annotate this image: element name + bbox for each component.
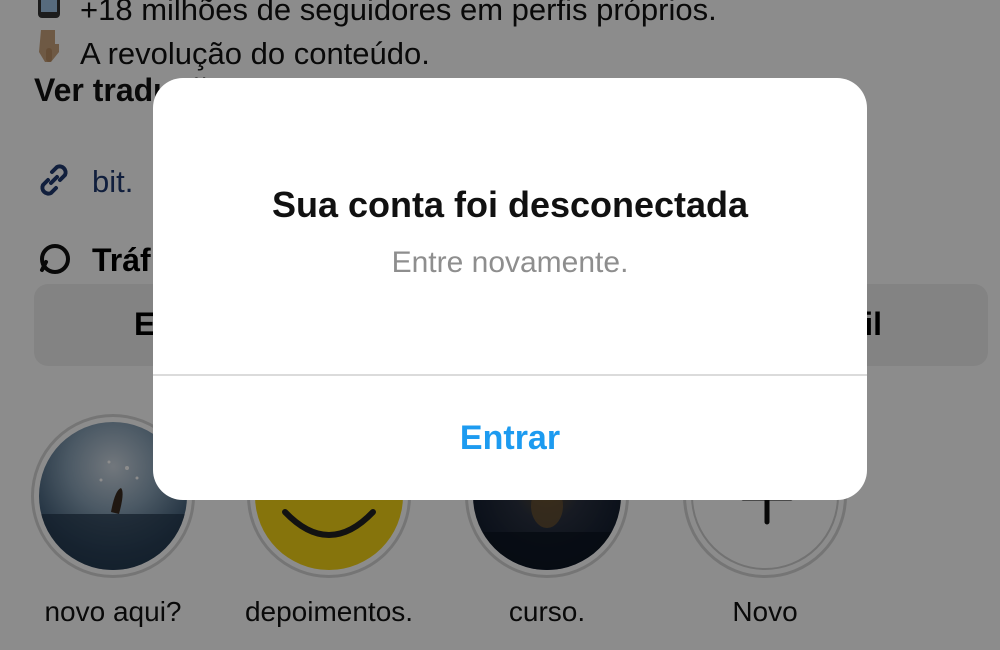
dialog-message: Entre novamente. [391, 246, 629, 279]
login-button[interactable]: Entrar [153, 376, 867, 500]
logout-dialog: Sua conta foi desconectada Entre novamen… [153, 78, 867, 500]
dialog-title: Sua conta foi desconectada [271, 184, 749, 225]
